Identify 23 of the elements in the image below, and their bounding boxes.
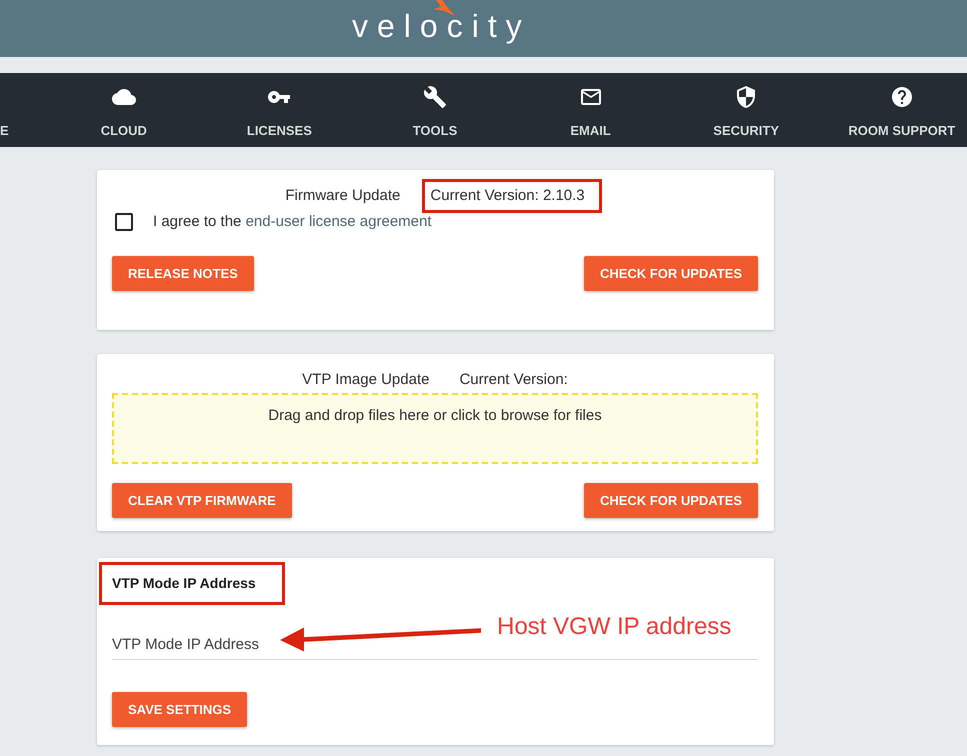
wrench-icon [424,86,446,108]
envelope-icon [580,89,601,105]
key-icon [268,91,290,103]
help-icon [892,87,912,107]
nav-item[interactable]: EMAIL [570,85,611,139]
nav-item[interactable]: LICENSES [246,85,312,139]
cloud-icon [112,89,136,105]
section-title: Firmware Update [285,186,400,206]
nav-item[interactable]: E [0,123,9,139]
nav-item[interactable]: CLOUD [100,85,147,139]
nav-item[interactable]: SECURITY [713,85,780,139]
version-text: Current Version: [459,370,568,390]
nav-item[interactable]: TOOLS [412,85,458,139]
nav-item[interactable]: ROOM SUPPORT [848,85,956,139]
section-title: VTP Image Update [302,370,430,390]
file-drop-zone[interactable]: Drag and drop files here or click to browse for files [112,393,758,464]
checkbox[interactable] [115,213,133,231]
shield-icon [737,86,756,108]
logo-text: velocity [352,10,531,42]
version-text: Current Version: 2.10.3 [430,187,585,204]
license-link[interactable]: end-user license agreement [246,213,432,230]
agreement-text: I agree to the end-user license agreement [153,212,432,232]
section-title: VTP Mode IP Address [112,575,256,591]
